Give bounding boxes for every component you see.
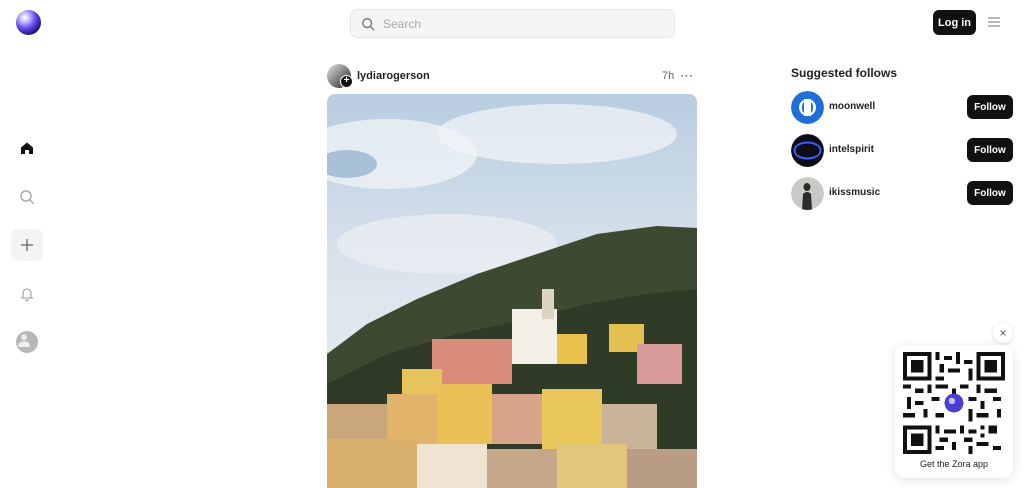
avatar[interactable] [791, 91, 824, 124]
sidebar-item-create[interactable] [11, 229, 43, 261]
suggested-account-name[interactable]: moonwell [829, 101, 875, 112]
follow-button[interactable]: Follow [967, 138, 1013, 162]
app-download-card[interactable]: Get the Zora app [895, 345, 1013, 478]
post-header: + lydiaroger­son 7h ⋯ [327, 64, 697, 88]
suggested-follows-title: Suggested follows [791, 66, 898, 80]
post-image[interactable] [327, 94, 697, 488]
close-icon[interactable]: × [993, 323, 1013, 343]
sidebar-item-search[interactable] [11, 181, 43, 213]
follow-plus-icon[interactable]: + [340, 75, 353, 88]
login-button[interactable]: Log in [933, 10, 976, 35]
search-bar[interactable] [350, 9, 675, 38]
suggested-account-name[interactable]: intelspirit [829, 144, 874, 155]
sidebar-item-notifications[interactable] [11, 278, 43, 310]
get-app-label: Get the Zora app [919, 459, 989, 469]
avatar [16, 331, 38, 353]
suggested-account-row: intelspirit Follow [791, 134, 1013, 167]
post-username[interactable]: lydiaroger­son [357, 70, 430, 82]
menu-icon[interactable] [986, 14, 1002, 30]
suggested-account-row: ikissmusic Follow [791, 177, 1013, 210]
qr-code [903, 352, 1005, 454]
sidebar-item-profile[interactable] [11, 326, 43, 358]
search-icon [20, 190, 35, 205]
bell-icon [20, 288, 34, 302]
post-time: 7h [662, 70, 675, 82]
suggested-account-name[interactable]: ikissmusic [829, 187, 880, 198]
search-input[interactable] [383, 16, 663, 31]
sidebar-item-home[interactable] [11, 132, 43, 164]
more-options-icon[interactable]: ⋯ [680, 68, 694, 84]
search-icon [362, 17, 375, 30]
avatar[interactable] [791, 177, 824, 210]
home-icon [21, 142, 33, 154]
follow-button[interactable]: Follow [967, 181, 1013, 205]
avatar[interactable] [791, 134, 824, 167]
zora-logo[interactable] [16, 10, 41, 35]
plus-icon [21, 239, 33, 251]
follow-button[interactable]: Follow [967, 95, 1013, 119]
suggested-account-row: moonwell Follow [791, 91, 1013, 124]
